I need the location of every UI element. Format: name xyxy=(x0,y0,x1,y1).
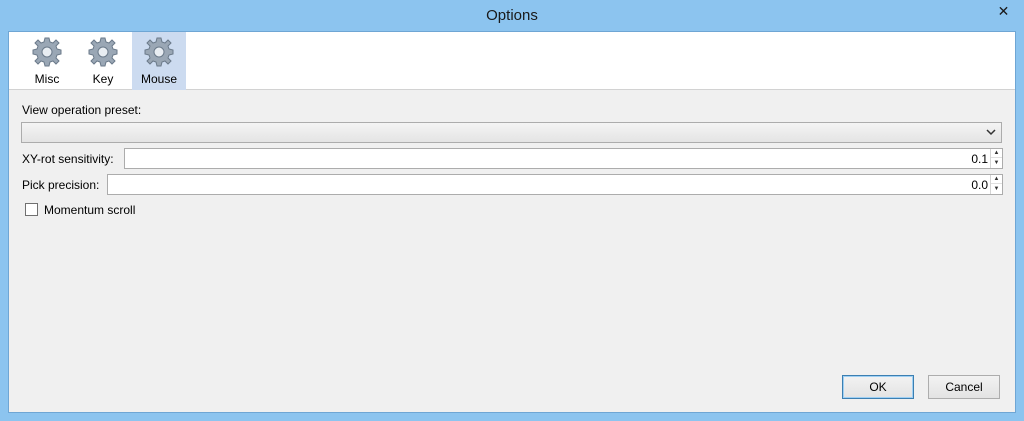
gear-icon xyxy=(32,37,62,67)
tab-key-label: Key xyxy=(92,72,114,86)
tab-misc[interactable]: Misc xyxy=(20,32,74,90)
ok-button-label: OK xyxy=(869,380,887,394)
close-button[interactable]: ✕ xyxy=(990,1,1017,21)
title-bar[interactable]: Options ✕ xyxy=(0,0,1024,31)
window-title: Options xyxy=(486,7,538,24)
pick-precision-increment-button[interactable]: ▲ xyxy=(991,175,1002,184)
chevron-down-icon xyxy=(986,129,996,136)
xy-rot-value: 0.1 xyxy=(971,152,988,166)
tab-mouse[interactable]: Mouse xyxy=(132,32,186,90)
tab-misc-label: Misc xyxy=(34,72,60,86)
triangle-down-icon: ▼ xyxy=(993,185,1000,192)
category-toolbar: Misc Key Mouse xyxy=(9,32,1015,90)
triangle-up-icon: ▲ xyxy=(993,176,1000,182)
xy-rot-stepper[interactable]: 0.1 ▲ ▼ xyxy=(124,148,1003,169)
cancel-button-label: Cancel xyxy=(945,380,983,394)
pick-precision-spin-buttons: ▲ ▼ xyxy=(990,175,1002,194)
tab-mouse-label: Mouse xyxy=(140,72,178,86)
xy-rot-spin-buttons: ▲ ▼ xyxy=(990,149,1002,168)
gear-icon xyxy=(144,37,174,67)
preset-dropdown[interactable] xyxy=(21,122,1002,143)
options-window: Options ✕ Misc Key Mouse View operation … xyxy=(0,0,1024,421)
pick-precision-label: Pick precision: xyxy=(22,178,100,192)
triangle-down-icon: ▼ xyxy=(993,159,1000,166)
cancel-button[interactable]: Cancel xyxy=(928,375,1000,399)
xy-rot-increment-button[interactable]: ▲ xyxy=(991,149,1002,158)
pick-precision-value: 0.0 xyxy=(971,178,988,192)
close-icon: ✕ xyxy=(997,2,1010,19)
momentum-scroll-checkbox[interactable] xyxy=(25,203,38,216)
gear-icon xyxy=(88,37,118,67)
preset-label: View operation preset: xyxy=(22,103,142,117)
xy-rot-decrement-button[interactable]: ▼ xyxy=(991,158,1002,167)
dialog-body: Misc Key Mouse View operation preset: XY… xyxy=(8,31,1016,413)
xy-rot-label: XY-rot sensitivity: xyxy=(22,152,114,166)
tab-key[interactable]: Key xyxy=(76,32,130,90)
momentum-scroll-label[interactable]: Momentum scroll xyxy=(44,203,135,217)
pick-precision-stepper[interactable]: 0.0 ▲ ▼ xyxy=(107,174,1003,195)
triangle-up-icon: ▲ xyxy=(993,150,1000,156)
ok-button[interactable]: OK xyxy=(842,375,914,399)
pick-precision-decrement-button[interactable]: ▼ xyxy=(991,184,1002,193)
